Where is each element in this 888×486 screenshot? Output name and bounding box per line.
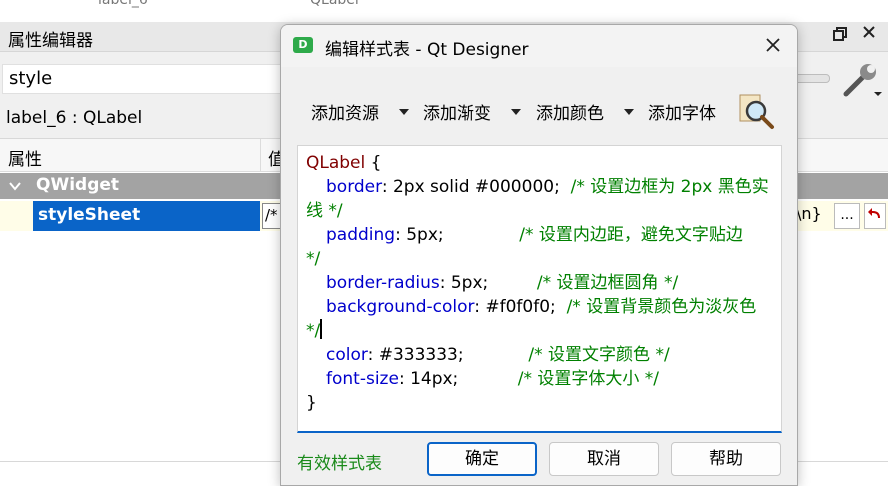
dialog-title-bar[interactable]: D 编辑样式表 - Qt Designer	[281, 25, 797, 67]
dialog-toolbar: 添加资源 添加渐变 添加颜色 添加字体	[301, 93, 781, 129]
code-value: : 14px;	[398, 369, 518, 389]
ghost-object-name: label_6	[98, 0, 148, 8]
designer-app-icon: D	[293, 37, 313, 53]
close-icon[interactable]	[759, 33, 787, 59]
add-color-dropdown-icon[interactable]	[624, 109, 634, 115]
code-comment: */	[306, 321, 321, 341]
code-line: 线 */	[306, 199, 781, 223]
stylesheet-valid-status: 有效样式表	[297, 454, 382, 474]
float-window-icon[interactable]	[830, 26, 850, 46]
code-value: : #f0f0f0;	[474, 297, 567, 317]
text-cursor	[320, 319, 323, 339]
code-line: font-size: 14px; /* 设置字体大小 */	[306, 367, 781, 391]
code-value: : #333333;	[367, 345, 529, 365]
object-inspector-strip: label_6 QLabel	[0, 0, 888, 22]
code-comment: /* 设置字体大小 */	[517, 369, 659, 389]
dialog-title: 编辑样式表 - Qt Designer	[325, 40, 529, 60]
magnifier-document-icon[interactable]	[736, 93, 776, 131]
edit-value-button[interactable]: ...	[834, 203, 860, 229]
reset-arrow-icon[interactable]	[864, 203, 886, 229]
code-line: background-color: #f0f0f0; /* 设置背景颜色为淡灰色	[306, 295, 781, 319]
filter-slider[interactable]	[794, 74, 830, 83]
code-property: background-color	[326, 297, 475, 317]
header-divider	[260, 139, 261, 172]
cancel-button[interactable]: 取消	[549, 442, 659, 476]
code-property: padding	[326, 225, 396, 245]
property-name-stylesheet[interactable]: styleSheet	[33, 201, 260, 231]
panel-close-icon[interactable]	[858, 24, 880, 46]
chevron-down-icon[interactable]	[8, 178, 22, 192]
help-button[interactable]: 帮助	[671, 442, 781, 476]
code-property: border-radius	[326, 273, 440, 293]
code-selector: QLabel	[306, 153, 366, 173]
property-value-preview[interactable]: /*	[262, 203, 282, 229]
property-value-tail: \n}	[796, 204, 822, 223]
add-gradient-dropdown-icon[interactable]	[511, 109, 521, 115]
code-property: color	[326, 345, 368, 365]
object-class-label: label_6 : QLabel	[6, 108, 143, 128]
wrench-icon[interactable]	[840, 58, 884, 100]
code-comment: /* 设置背景颜色为淡灰色	[566, 297, 757, 317]
code-line: border-radius: 5px; /* 设置边框圆角 */	[306, 271, 781, 295]
code-comment: */	[306, 249, 321, 269]
ok-button[interactable]: 确定	[427, 442, 537, 476]
edit-stylesheet-dialog: D 编辑样式表 - Qt Designer 添加资源 添加渐变 添加颜色 添加字…	[280, 24, 798, 486]
code-line: */	[306, 247, 781, 271]
header-property[interactable]: 属性	[8, 145, 42, 170]
code-comment: /* 设置内边距，避免文字贴边	[519, 225, 743, 245]
code-line: color: #333333; /* 设置文字颜色 */	[306, 343, 781, 367]
code-property: border	[326, 177, 382, 197]
code-property: font-size	[326, 369, 399, 389]
code-comment: 线 */	[306, 201, 343, 221]
code-value: : 2px solid #000000;	[381, 177, 571, 197]
add-gradient-button[interactable]: 添加渐变	[423, 99, 491, 124]
code-value: : 5px;	[439, 273, 537, 293]
code-comment: /* 设置边框圆角 */	[536, 273, 679, 293]
add-color-button[interactable]: 添加颜色	[536, 99, 604, 124]
panel-title: 属性编辑器	[8, 31, 93, 51]
ghost-class-name: QLabel	[310, 0, 359, 8]
code-line: */	[306, 319, 781, 343]
stylesheet-editor[interactable]: QLabel { border: 2px solid #000000; /* 设…	[297, 145, 782, 433]
code-comment: /* 设置边框为 2px 黑色实	[570, 177, 769, 197]
add-resource-button[interactable]: 添加资源	[311, 99, 379, 124]
property-filter-input[interactable]: style	[2, 64, 302, 94]
add-font-button[interactable]: 添加字体	[648, 99, 716, 124]
add-resource-dropdown-icon[interactable]	[399, 109, 409, 115]
code-open-brace: {	[365, 153, 382, 173]
code-close-brace: }	[306, 393, 317, 413]
code-line: padding: 5px; /* 设置内边距，避免文字贴边	[306, 223, 781, 247]
code-line: border: 2px solid #000000; /* 设置边框为 2px …	[306, 175, 781, 199]
code-comment: /* 设置文字颜色 */	[528, 345, 670, 365]
group-label: QWidget	[36, 175, 120, 195]
code-line: QLabel {	[306, 151, 781, 175]
code-line: }	[306, 391, 781, 415]
code-value: : 5px;	[395, 225, 520, 245]
